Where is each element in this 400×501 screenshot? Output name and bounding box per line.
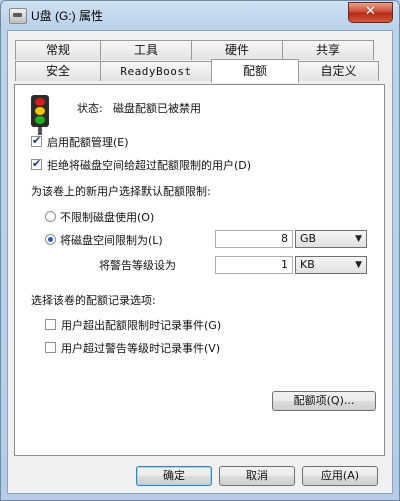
limit-to-radio[interactable] [45,234,56,245]
log-warning-checkbox[interactable] [45,342,56,353]
log-warning-label[interactable]: 用户超过警告等级时记录事件(V) [61,340,220,356]
dialog-client-area: 常规 工具 硬件 共享 安全 ReadyBoost 配额 自定义 状态: 磁盘配… [7,30,393,494]
cancel-button[interactable]: 取消 [219,466,295,486]
tab-sharing[interactable]: 共享 [282,40,374,60]
warning-value-input[interactable]: 1 [215,256,293,274]
tab-hardware[interactable]: 硬件 [191,40,283,60]
window-title: U盘 (G:) 属性 [31,9,103,23]
tab-readyboost[interactable]: ReadyBoost [100,61,212,81]
limit-unit-value: GB [300,232,317,245]
properties-dialog: U盘 (G:) 属性 ✕ 常规 工具 硬件 共享 安全 ReadyBoost 配… [0,0,400,501]
tab-quota[interactable]: 配额 [211,59,299,83]
title-bar[interactable]: U盘 (G:) 属性 ✕ [1,1,399,29]
enable-quota-checkbox[interactable] [31,134,42,147]
defaults-heading: 为该卷上的新用户选择默认配额限制: [31,185,211,198]
close-button[interactable]: ✕ [348,2,393,23]
tab-security[interactable]: 安全 [15,61,101,81]
warning-unit-value: KB [300,258,315,271]
limit-to-label[interactable]: 将磁盘空间限制为(L) [60,232,163,248]
warning-level-label: 将警告等级设为 [99,259,176,272]
quota-entries-button[interactable]: 配额项(Q)... [272,391,376,411]
drive-icon [9,8,27,24]
log-limit-checkbox[interactable] [45,319,56,330]
log-limit-label[interactable]: 用户超出配额限制时记录事件(G) [61,317,221,333]
enable-quota-label[interactable]: 启用配额管理(E) [47,134,129,150]
status-label: 状态: [77,102,103,115]
limit-unit-select[interactable]: GB ▼ [295,230,367,248]
quota-tab-panel: 状态: 磁盘配额已被禁用 启用配额管理(E) 拒绝将磁盘空间给超过配额限制的用户… [14,84,385,456]
ok-button[interactable]: 确定 [136,466,212,486]
warning-unit-select[interactable]: KB ▼ [295,256,367,274]
deny-space-checkbox[interactable] [31,157,42,170]
tab-customize[interactable]: 自定义 [298,61,379,81]
apply-button[interactable]: 应用(A) [302,466,378,486]
logging-heading: 选择该卷的配额记录选项: [31,294,156,307]
chevron-down-icon: ▼ [355,234,362,244]
traffic-light-icon [31,95,49,135]
limit-value-input[interactable]: 8 [215,230,293,248]
tab-tools[interactable]: 工具 [100,40,192,60]
deny-space-label[interactable]: 拒绝将磁盘空间给超过配额限制的用户(D) [47,157,251,173]
chevron-down-icon: ▼ [355,260,362,270]
status-value: 磁盘配额已被禁用 [113,102,201,115]
no-limit-label[interactable]: 不限制磁盘使用(O) [60,209,154,225]
no-limit-radio[interactable] [45,211,56,222]
tab-general[interactable]: 常规 [15,40,101,60]
